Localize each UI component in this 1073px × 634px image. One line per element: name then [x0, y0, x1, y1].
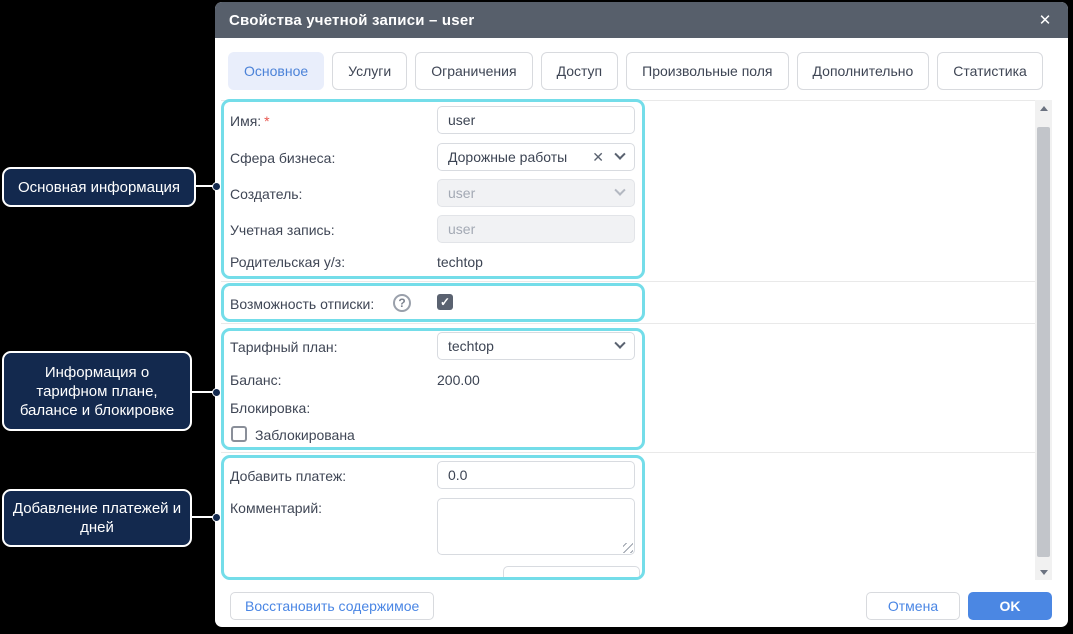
blocked-checkbox[interactable]	[231, 426, 247, 442]
scrollbar-thumb[interactable]	[1037, 127, 1050, 557]
arrow-up-icon	[1040, 106, 1048, 111]
tariff-select[interactable]: techtop	[437, 332, 635, 360]
resize-handle[interactable]	[623, 543, 633, 553]
business-select[interactable]: Дорожные работы ✕	[437, 143, 635, 171]
balance-value: 200.00	[437, 372, 480, 388]
name-label: Имя:*	[230, 113, 270, 129]
tab-uslugi[interactable]: Услуги	[332, 52, 407, 90]
chevron-down-icon	[614, 149, 625, 160]
callout-dot	[212, 513, 221, 522]
help-icon[interactable]: ?	[393, 294, 411, 312]
account-input	[437, 215, 635, 243]
chevron-down-icon	[614, 185, 625, 196]
business-select-value: Дорожные работы	[448, 149, 592, 165]
tab-osnovnoe[interactable]: Основное	[228, 52, 324, 90]
unsubscribe-label: Возможность отписки:	[230, 296, 374, 312]
block-label: Блокировка:	[230, 400, 310, 416]
parent-account-value: techtop	[437, 254, 483, 270]
callout-dot	[212, 182, 221, 191]
tab-statistika[interactable]: Статистика	[937, 52, 1043, 90]
required-asterisk: *	[264, 113, 269, 129]
partial-input[interactable]	[503, 566, 640, 580]
dialog-title: Свойства учетной записи – user	[229, 12, 474, 29]
name-input[interactable]	[437, 106, 635, 134]
creator-select-value: user	[448, 185, 616, 201]
tariff-select-value: techtop	[448, 338, 616, 354]
balance-label: Баланс:	[230, 372, 282, 388]
scroll-down-button[interactable]	[1035, 564, 1052, 580]
parent-account-label: Родительская у/з:	[230, 254, 345, 270]
ok-button[interactable]: OK	[968, 592, 1052, 620]
callout-basic-info: Основная информация	[2, 167, 196, 207]
comment-label: Комментарий:	[230, 500, 322, 516]
vertical-scrollbar[interactable]	[1035, 100, 1052, 580]
account-properties-dialog: Свойства учетной записи – user ✕ Основно…	[215, 2, 1068, 627]
unsubscribe-checkbox[interactable]: ✓	[437, 294, 453, 310]
payment-label: Добавить платеж:	[230, 468, 346, 484]
blocked-checkbox-label: Заблокирована	[255, 427, 355, 443]
divider	[221, 323, 1049, 324]
divider	[221, 452, 1049, 453]
account-label: Учетная запись:	[230, 222, 335, 238]
divider	[221, 281, 1049, 282]
restore-content-button[interactable]: Восстановить содержимое	[230, 592, 434, 620]
tab-bar: Основное Услуги Ограничения Доступ Произ…	[228, 52, 1043, 90]
creator-select: user	[437, 179, 635, 207]
payment-input[interactable]	[437, 461, 635, 489]
comment-textarea[interactable]	[437, 498, 635, 555]
screenshot-frame: Свойства учетной записи – user ✕ Основно…	[0, 0, 1073, 634]
clear-icon[interactable]: ✕	[592, 149, 604, 166]
tab-ogranicheniya[interactable]: Ограничения	[415, 52, 532, 90]
callout-payments: Добавление платежей и дней	[2, 489, 192, 547]
business-label: Сфера бизнеса:	[230, 150, 335, 166]
tab-proizvolnye-polya[interactable]: Произвольные поля	[626, 52, 788, 90]
cancel-button[interactable]: Отмена	[866, 592, 960, 620]
callout-tariff-info: Информация о тарифном плане, балансе и б…	[2, 351, 192, 431]
callout-dot	[212, 388, 221, 397]
tariff-label: Тарифный план:	[230, 339, 338, 355]
tab-dopolnitelno[interactable]: Дополнительно	[797, 52, 930, 90]
creator-label: Создатель:	[230, 186, 302, 202]
scroll-up-button[interactable]	[1035, 100, 1052, 116]
close-icon[interactable]: ✕	[1034, 10, 1056, 32]
tab-dostup[interactable]: Доступ	[541, 52, 619, 90]
arrow-down-icon	[1040, 570, 1048, 575]
chevron-down-icon	[614, 338, 625, 349]
dialog-titlebar: Свойства учетной записи – user	[215, 2, 1068, 38]
